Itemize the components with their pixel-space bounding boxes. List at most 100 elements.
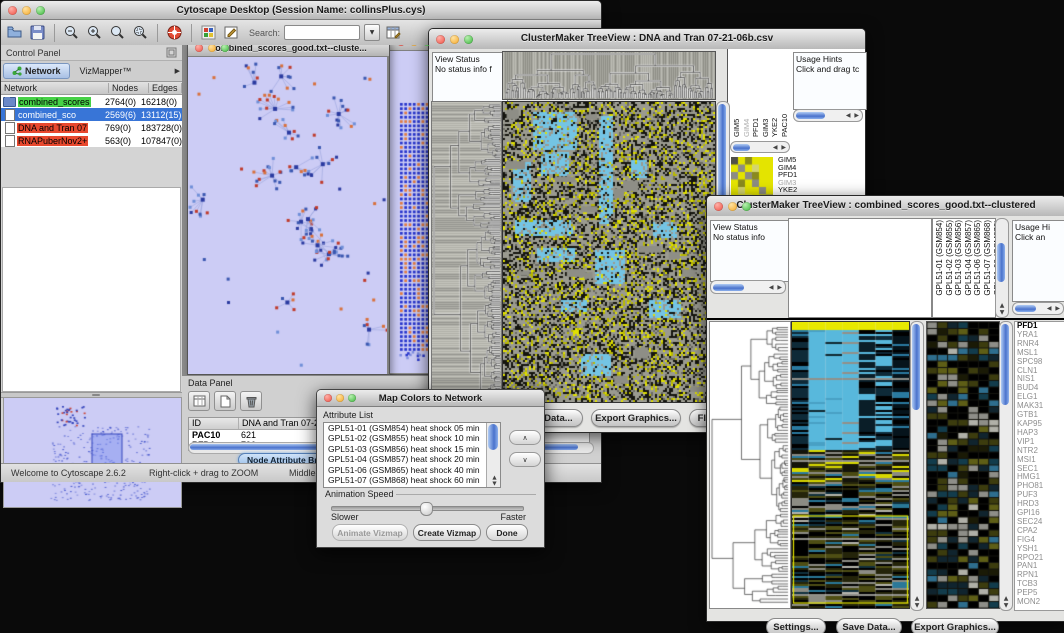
network-row[interactable]: RNAPuberNov2+ 563(0)107847(0) (1, 134, 182, 147)
done-button[interactable]: Done (486, 524, 528, 541)
zoom-window-icon[interactable] (36, 6, 45, 15)
tv1-zoom-hscrollbar[interactable]: ◀ ▶ (730, 141, 790, 153)
tv1-usage-hints-panel: Usage HintsClick and drag tc (793, 52, 867, 110)
tv2-column-label: GPL51-01 (GSM854) (936, 220, 945, 296)
animation-speed-slider[interactable] (331, 506, 524, 511)
minimize-icon[interactable] (728, 202, 737, 211)
minimize-icon[interactable] (22, 6, 31, 15)
tv2-row-dendrogram[interactable] (709, 321, 791, 609)
annotation-icon[interactable] (222, 23, 241, 42)
export-graphics-button[interactable]: Export Graphics... (911, 618, 999, 633)
table-edit-icon[interactable] (384, 23, 403, 42)
zoom-fit-icon[interactable] (108, 23, 127, 42)
network-window-1[interactable]: combined_scores_good.txt--cluste... (187, 45, 390, 375)
network-table-rows: combined_scores 2764(0)16218(0) combined… (1, 95, 182, 147)
close-icon[interactable] (324, 394, 332, 402)
window-controls[interactable] (8, 6, 45, 15)
attribute-list-item[interactable]: GPL51-03 (GSM856) heat shock 15 min (326, 444, 500, 454)
main-title-bar[interactable]: Cytoscape Desktop (Session Name: collins… (1, 1, 601, 20)
open-icon[interactable] (5, 23, 24, 42)
tv2-global-heatmap[interactable] (791, 321, 910, 609)
attribute-list-item[interactable]: GPL51-06 (GSM865) heat shock 40 min (326, 465, 500, 475)
move-up-button[interactable]: ∧ (509, 430, 541, 445)
minimize-icon[interactable] (208, 45, 216, 52)
network-row[interactable]: combined_scores 2764(0)16218(0) (1, 95, 182, 108)
treeview2-title-bar[interactable]: ClusterMaker TreeView : combined_scores_… (707, 196, 1064, 217)
tab-network[interactable]: Network (3, 63, 70, 79)
tv2-status-hscrollbar[interactable]: ◀ ▶ (710, 280, 786, 294)
network-row[interactable]: DNA and Tran 07 769(0)183728(0) (1, 121, 182, 134)
column-header-id[interactable]: ID (189, 418, 239, 429)
create-vizmap-button[interactable]: Create Vizmap (413, 524, 481, 541)
treeview1-title-bar[interactable]: ClusterMaker TreeView : DNA and Tran 07-… (429, 29, 865, 50)
tv2-usage-hscrollbar[interactable]: ◀ ▶ (1012, 302, 1064, 315)
new-attribute-icon[interactable] (214, 391, 236, 411)
zoom-window-icon[interactable] (423, 45, 431, 46)
move-down-button[interactable]: ∨ (509, 452, 541, 467)
dialog-title-bar[interactable]: Map Colors to Network (317, 390, 544, 407)
attribute-list-item[interactable]: GPL51-01 (GSM854) heat shock 05 min (326, 423, 500, 433)
tv1-column-label: PFD1 (752, 53, 761, 137)
attribute-list-item[interactable]: GPL51-04 (GSM857) heat shock 20 min (326, 454, 500, 464)
tv2-column-label: GPL51-03 (GSM856) (955, 220, 964, 296)
minimize-icon[interactable] (410, 45, 418, 46)
float-panel-icon[interactable] (166, 47, 177, 58)
animation-speed-label: Animation Speed (323, 489, 396, 499)
tv2-zoom-vscrollbar[interactable]: ▲▼ (999, 321, 1013, 611)
network-view-canvas-1[interactable] (188, 57, 387, 374)
search-dropdown[interactable]: ▼ (364, 24, 380, 41)
animate-vizmap-button[interactable]: Animate Vizmap (332, 524, 408, 541)
help-ring-icon[interactable] (165, 23, 184, 42)
more-tabs-icon[interactable]: ▶ (175, 67, 180, 75)
tv2-heatmap-vscrollbar[interactable]: ▲▼ (910, 321, 924, 611)
save-data-button[interactable]: Save Data... (836, 618, 902, 633)
treeview1-title: ClusterMaker TreeView : DNA and Tran 07-… (429, 29, 865, 49)
close-icon[interactable] (195, 45, 203, 52)
tv1-row-dendrogram[interactable] (431, 101, 502, 403)
close-icon[interactable] (436, 35, 445, 44)
tv2-collabel-vscrollbar[interactable]: ▲▼ (995, 218, 1009, 318)
zoom-window-icon[interactable] (742, 202, 751, 211)
attribute-list-item[interactable]: GPL51-07 (GSM868) heat shock 60 min (326, 475, 500, 485)
network-window-1-title-bar[interactable]: combined_scores_good.txt--cluste... (188, 45, 389, 57)
close-icon[interactable] (397, 45, 405, 46)
close-icon[interactable] (8, 6, 17, 15)
tv2-zoom-heatmap[interactable] (926, 321, 1000, 609)
network-list-header[interactable]: Network Nodes Edges (1, 82, 182, 95)
network-row[interactable]: combined_sco 2569(6)13112(15) (1, 108, 182, 121)
delete-attribute-icon[interactable] (240, 391, 262, 411)
attribute-table-icon[interactable] (188, 391, 210, 411)
zoom-window-icon[interactable] (348, 394, 356, 402)
zoom-in-icon[interactable] (85, 23, 104, 42)
minimize-icon[interactable] (336, 394, 344, 402)
zoom-window-icon[interactable] (464, 35, 473, 44)
attribute-list[interactable]: GPL51-01 (GSM854) heat shock 05 minGPL51… (323, 422, 501, 488)
zoom-selected-icon[interactable] (131, 23, 150, 42)
map-colors-dialog: Map Colors to Network Attribute List GPL… (316, 389, 545, 548)
export-graphics-button[interactable]: Export Graphics... (591, 409, 681, 427)
status-hint-zoom: Right-click + drag to ZOOM (149, 468, 258, 478)
status-welcome: Welcome to Cytoscape 2.6.2 (11, 468, 126, 478)
folder-icon (3, 97, 16, 107)
tv1-usage-hscrollbar[interactable]: ◀ ▶ (793, 109, 863, 122)
save-icon[interactable] (28, 23, 47, 42)
minimize-icon[interactable] (450, 35, 459, 44)
network-tab-icon (12, 66, 22, 76)
zoom-window-icon[interactable] (221, 45, 229, 52)
slider-thumb[interactable] (420, 502, 433, 516)
tv1-column-dendrogram[interactable] (502, 51, 716, 100)
gene-label: MON2 (1015, 598, 1064, 607)
settings-button[interactable]: Settings... (766, 618, 826, 633)
treeview2-content: View StatusNo status info ◀ ▶ GPL51-01 (… (707, 216, 1064, 621)
network-overview-canvas[interactable] (3, 397, 182, 508)
attribute-list-vscrollbar[interactable]: ▲▼ (486, 423, 500, 487)
vizmap-icon[interactable] (199, 23, 218, 42)
treeview2-window: ClusterMaker TreeView : combined_scores_… (706, 195, 1064, 622)
close-icon[interactable] (714, 202, 723, 211)
zoom-out-icon[interactable] (62, 23, 81, 42)
tv1-global-heatmap[interactable] (502, 101, 716, 403)
search-input[interactable] (284, 25, 360, 40)
tab-vizmapper[interactable]: VizMapper™ (72, 64, 140, 78)
search-label: Search: (249, 28, 280, 38)
attribute-list-item[interactable]: GPL51-02 (GSM855) heat shock 10 min (326, 433, 500, 443)
